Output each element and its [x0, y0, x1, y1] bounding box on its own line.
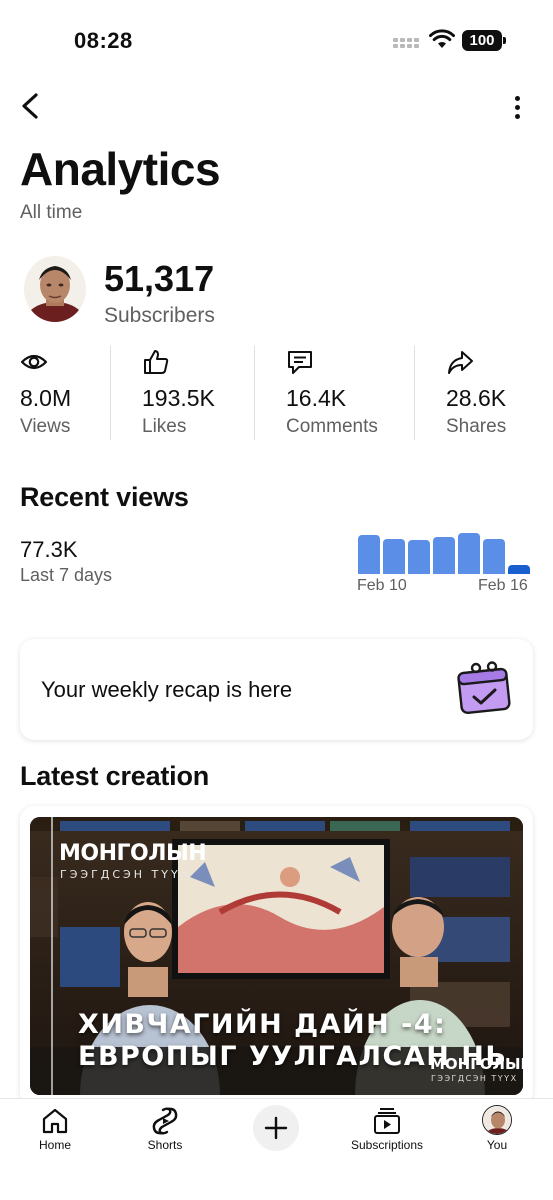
video-thumbnail[interactable]: МОНГОЛЫН ГЭЭГДСЭН ТҮҮХ ХИВЧАГИЙН ДАЙН -4… — [30, 817, 523, 1095]
thumbnail-brand: МОНГОЛЫН — [59, 841, 207, 866]
create-button[interactable] — [253, 1105, 299, 1151]
tab-you[interactable]: You — [467, 1099, 527, 1159]
recent-views-value: 77.3K — [20, 537, 78, 562]
tab-label: Home — [38, 1138, 71, 1152]
chart-bar — [383, 539, 405, 574]
chart-bar — [433, 537, 455, 574]
calendar-check-icon — [457, 661, 511, 715]
divider — [254, 346, 255, 440]
eye-icon — [20, 354, 48, 370]
recent-views-title: Recent views — [20, 482, 189, 512]
page-title: Analytics — [20, 143, 221, 195]
stats-row: 8.0M Views 193.5K Likes 16.4K Comments 2… — [0, 344, 553, 440]
cellular-signal-icon — [393, 38, 421, 48]
divider — [414, 346, 415, 440]
subscriptions-icon — [374, 1108, 400, 1134]
latest-creation-title: Latest creation — [20, 761, 210, 791]
chart-end-label: Feb 16 — [478, 577, 528, 594]
thumbnail-title-line-1: ХИВЧАГИЙН ДАЙН -4: — [78, 1009, 447, 1040]
wifi-icon — [429, 29, 455, 48]
tab-subscriptions[interactable]: Subscriptions — [340, 1099, 434, 1159]
chart-bar — [483, 539, 505, 574]
battery-icon: 100 — [462, 30, 506, 51]
tab-label: You — [486, 1138, 508, 1152]
stat-label: Views — [20, 416, 71, 437]
comment-icon — [288, 351, 312, 374]
latest-creation-card[interactable]: МОНГОЛЫН ГЭЭГДСЭН ТҮҮХ ХИВЧАГИЙН ДАЙН -4… — [20, 806, 533, 1106]
thumbnail-logo-sub: ГЭЭГДСЭН ТҮҮХ — [431, 1074, 518, 1083]
thumbs-up-icon — [144, 350, 169, 374]
recap-text: Your weekly recap is here — [41, 677, 293, 702]
divider — [110, 346, 111, 440]
share-icon — [448, 351, 473, 374]
chart-start-label: Feb 10 — [357, 577, 407, 594]
stat-label: Likes — [142, 416, 187, 437]
plus-icon — [264, 1116, 288, 1140]
tab-label: Shorts — [147, 1138, 183, 1152]
subscribers-count: 51,317 — [104, 258, 215, 299]
thumbnail-logo: МОНГОЛЫН — [430, 1055, 523, 1073]
stat-label: Shares — [446, 416, 507, 437]
stat-value: 193.5K — [142, 385, 215, 411]
stat-value: 8.0M — [20, 385, 72, 411]
chart-bar — [458, 533, 480, 574]
chart-bar — [508, 565, 530, 574]
chart-bar — [358, 535, 380, 574]
status-bar: 08:28 100 — [0, 0, 553, 80]
home-icon — [42, 1108, 68, 1134]
back-button[interactable] — [16, 90, 46, 122]
recent-views-bar-chart[interactable] — [358, 528, 533, 574]
shorts-icon — [152, 1107, 178, 1135]
page-subtitle: All time — [20, 202, 83, 223]
stat-label: Comments — [286, 416, 378, 437]
status-time: 08:28 — [74, 28, 133, 53]
tab-home[interactable]: Home — [20, 1099, 90, 1159]
recent-views-period: Last 7 days — [20, 565, 113, 585]
more-options-button[interactable] — [508, 92, 526, 122]
bottom-navigation: Home Shorts Subscriptions You — [0, 1098, 553, 1200]
more-vert-icon — [514, 95, 520, 101]
subscribers-label: Subscribers — [104, 304, 215, 327]
channel-avatar — [24, 256, 86, 322]
tab-shorts[interactable]: Shorts — [130, 1099, 200, 1159]
chevron-left-icon — [22, 93, 38, 119]
tab-label: Subscriptions — [350, 1138, 424, 1152]
stat-value: 28.6K — [446, 385, 507, 411]
thumbnail-brand-sub: ГЭЭГДСЭН ТҮҮХ — [60, 868, 192, 881]
stat-value: 16.4K — [286, 385, 347, 411]
chart-bar — [408, 540, 430, 574]
avatar — [482, 1105, 512, 1135]
weekly-recap-card[interactable]: Your weekly recap is here — [20, 639, 533, 740]
